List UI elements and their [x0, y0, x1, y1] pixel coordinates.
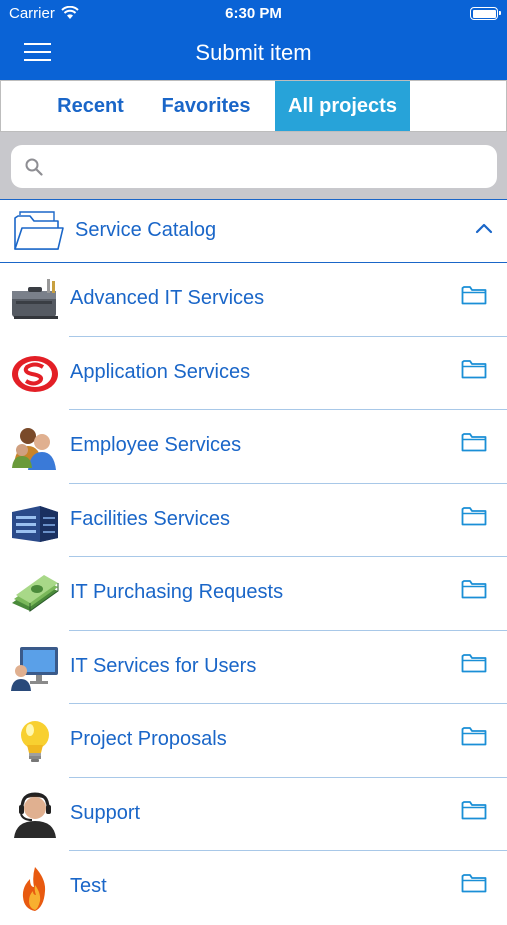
computer-user-icon	[11, 646, 58, 691]
clock: 6:30 PM	[225, 5, 282, 22]
tab-favorites[interactable]: Favorites	[153, 81, 259, 131]
folder-icon	[461, 800, 487, 819]
folder-icon	[461, 874, 487, 893]
list-item-project-proposals[interactable]: Project Proposals	[0, 704, 507, 778]
folder-open-icon	[14, 211, 64, 250]
item-label: IT Purchasing Requests	[70, 581, 284, 603]
item-label: IT Services for Users	[70, 654, 257, 677]
money-icon	[12, 575, 59, 612]
list-item-advanced-it-services[interactable]: Advanced IT Services	[0, 263, 507, 337]
search-area	[0, 132, 507, 199]
tab-recent[interactable]: Recent	[40, 81, 141, 131]
tab-bar: Recent Favorites All projects	[0, 80, 507, 132]
folder-icon	[461, 727, 487, 746]
app-header: Carrier 6:30 PM Submit item	[0, 0, 507, 80]
search-input[interactable]	[51, 145, 485, 190]
item-label: Employee Services	[70, 434, 242, 456]
folder-icon	[461, 653, 487, 672]
list-item-it-purchasing-requests[interactable]: IT Purchasing Requests	[0, 557, 507, 631]
catalog-title: Service Catalog	[75, 219, 217, 241]
catalog-section-header[interactable]: Service Catalog	[0, 199, 507, 263]
folder-icon	[461, 580, 487, 599]
item-label: Application Services	[70, 360, 251, 383]
folder-icon	[461, 286, 487, 305]
search-box[interactable]	[11, 145, 497, 190]
item-label: Advanced IT Services	[70, 287, 265, 309]
item-label: Facilities Services	[70, 507, 231, 530]
list-item-employee-services[interactable]: Employee Services	[0, 410, 507, 484]
item-label: Test	[70, 875, 107, 897]
battery-icon	[470, 7, 501, 20]
list-item-test[interactable]: Test	[0, 851, 507, 925]
folder-icon	[461, 359, 487, 378]
headset-agent-icon	[14, 791, 56, 838]
fire-icon	[22, 867, 46, 911]
lightbulb-icon	[21, 721, 49, 762]
page-title: Submit item	[195, 40, 312, 65]
service-list: Advanced IT Services Application Service…	[0, 263, 507, 925]
toolbox-icon	[12, 279, 58, 319]
status-bar: Carrier 6:30 PM	[0, 0, 507, 28]
list-item-support[interactable]: Support	[0, 778, 507, 851]
folder-icon	[461, 433, 487, 452]
list-item-it-services-for-users[interactable]: IT Services for Users	[0, 631, 507, 704]
folder-icon	[461, 506, 487, 525]
application-logo-icon	[12, 355, 58, 392]
tab-all-projects[interactable]: All projects	[275, 81, 410, 131]
building-icon	[12, 505, 58, 542]
item-label: Project Proposals	[70, 728, 227, 750]
list-item-application-services[interactable]: Application Services	[0, 337, 507, 410]
search-icon	[25, 158, 43, 176]
chevron-up-icon[interactable]	[475, 222, 493, 234]
list-item-facilities-services[interactable]: Facilities Services	[0, 484, 507, 557]
people-icon	[12, 428, 56, 470]
item-label: Support	[70, 801, 141, 824]
